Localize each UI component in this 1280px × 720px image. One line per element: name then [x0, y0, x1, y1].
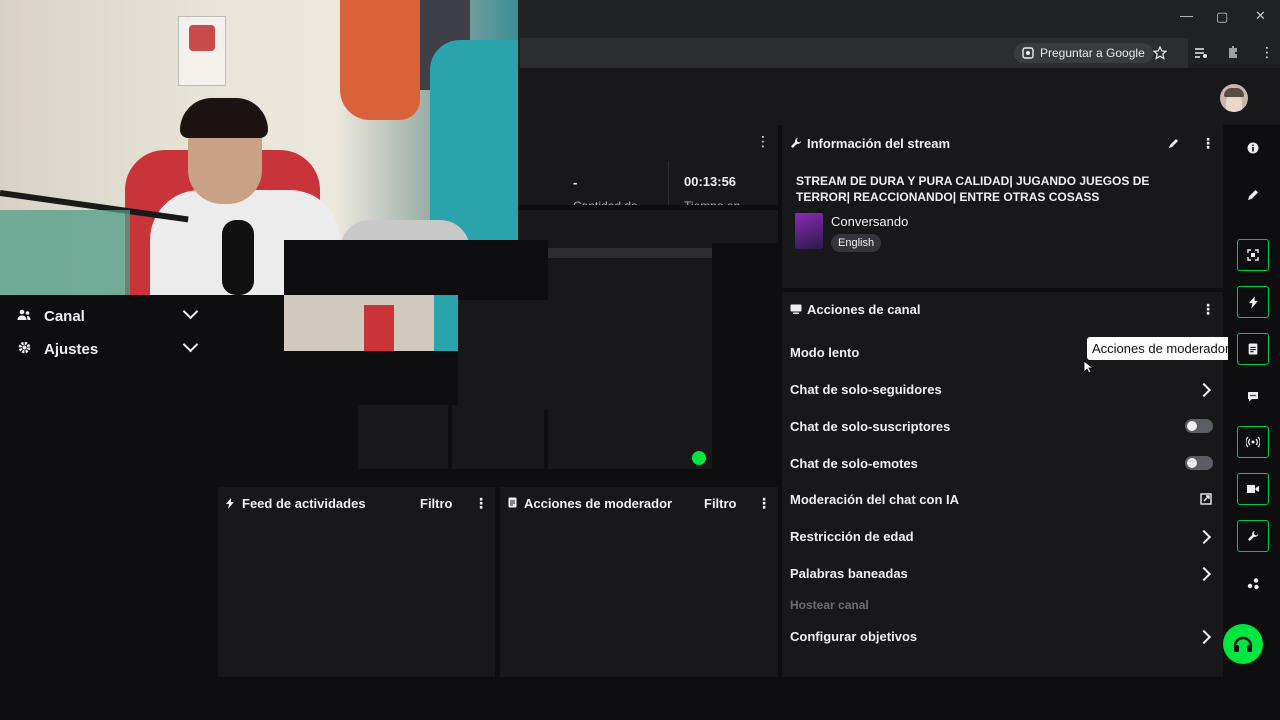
channel-actions-header: Acciones de canal ⋮: [782, 293, 1223, 325]
close-button[interactable]: ✕: [1255, 8, 1266, 24]
person-hair: [180, 98, 268, 138]
mouse-cursor-icon: [1083, 360, 1093, 374]
mini-panel: [458, 300, 548, 410]
extensions-icon[interactable]: [1237, 567, 1269, 599]
video-icon[interactable]: [1237, 473, 1269, 505]
ask-google-button[interactable]: Preguntar a Google: [1014, 43, 1153, 63]
activity-feed-more-icon[interactable]: ⋮: [474, 496, 488, 510]
screenshot-icon[interactable]: [1237, 239, 1269, 271]
row-hostear-canal: Hostear canal: [790, 598, 869, 612]
stats-panel: ⋮ - 00:13:56 Cantidad de Tiempo en: [518, 125, 778, 205]
mod-actions-panel: Acciones de moderador Filtro ⋮: [500, 487, 778, 677]
users-icon: [16, 309, 32, 324]
gear-icon: [16, 341, 32, 357]
row-palabras-baneadas[interactable]: Palabras baneadas: [790, 566, 908, 581]
stream-info-more-icon[interactable]: ⋮: [1201, 136, 1215, 150]
document-icon: [508, 497, 517, 508]
mini-chair: [364, 305, 394, 351]
stream-info-header: Información del stream ⋮: [782, 127, 1223, 159]
stat-label-viewers: Cantidad de: [573, 199, 638, 205]
nav-item-canal[interactable]: Canal: [0, 300, 214, 332]
nav-label-ajustes: Ajustes: [44, 340, 99, 358]
minimize-button[interactable]: —: [1180, 8, 1193, 23]
strip-panel: [518, 210, 778, 243]
nav-item-ajustes[interactable]: Ajustes: [0, 333, 214, 365]
wall-poster: [178, 16, 226, 86]
row-moderacion-ia[interactable]: Moderación del chat con IA: [790, 492, 959, 507]
browser-menu-icon[interactable]: ⋮: [1260, 44, 1274, 61]
mini-feed: [358, 405, 448, 469]
row-modo-lento[interactable]: Modo lento: [790, 345, 859, 360]
tooltip: Acciones de moderador: [1087, 337, 1235, 360]
row-solo-suscriptores[interactable]: Chat de solo-suscriptores: [790, 419, 950, 434]
mini-fab: [692, 451, 706, 465]
category-thumbnail[interactable]: [795, 213, 823, 249]
mini-urlbar: [548, 248, 712, 258]
right-icon-rail: [1228, 125, 1280, 680]
stats-more-icon[interactable]: ⋮: [756, 134, 770, 148]
toggle-solo-emotes[interactable]: [1185, 456, 1213, 470]
activity-feed-filter[interactable]: Filtro: [420, 496, 453, 511]
wrench-icon[interactable]: [1237, 520, 1269, 552]
broadcast-icon[interactable]: [1237, 426, 1269, 458]
row-configurar-objetivos[interactable]: Configurar objetivos: [790, 629, 917, 644]
mini-towel: [434, 295, 458, 351]
channel-actions-title: Acciones de canal: [807, 302, 921, 317]
mod-actions-filter[interactable]: Filtro: [704, 496, 737, 511]
tag-pill[interactable]: English: [831, 234, 882, 252]
chevron-down-icon: [182, 303, 199, 320]
activity-feed-panel: Feed de actividades Filtro ⋮: [218, 487, 495, 677]
row-solo-emotes[interactable]: Chat de solo-emotes: [790, 456, 918, 471]
activity-feed-title: Feed de actividades: [242, 496, 366, 511]
chevron-right-icon[interactable]: [1196, 629, 1212, 645]
chat-bubble-icon[interactable]: [1237, 380, 1269, 412]
chevron-down-icon: [182, 336, 199, 353]
category-name[interactable]: Conversando: [831, 214, 908, 229]
stat-value-time: 00:13:56: [684, 174, 737, 189]
chevron-right-icon[interactable]: [1196, 529, 1212, 545]
mod-actions-header: Acciones de moderador Filtro ⋮: [500, 487, 778, 519]
stream-info-panel: Información del stream ⋮ STREAM DE DURA …: [782, 125, 1223, 288]
screen-icon: [790, 304, 802, 314]
ask-google-label: Preguntar a Google: [1040, 46, 1145, 60]
avatar[interactable]: [1220, 84, 1248, 112]
hanging-clothes: [340, 0, 420, 120]
left-sidebar: Canal Ajustes: [0, 295, 214, 680]
headset-icon: [1233, 636, 1253, 652]
document-icon[interactable]: [1237, 333, 1269, 365]
pencil-icon[interactable]: [1237, 179, 1269, 211]
row-restriccion-edad[interactable]: Restricción de edad: [790, 529, 914, 544]
stream-info-title: Información del stream: [807, 136, 951, 151]
extensions-puzzle-icon[interactable]: [1226, 44, 1240, 60]
chevron-right-icon[interactable]: [1196, 566, 1212, 582]
chevron-right-icon[interactable]: [1196, 382, 1212, 398]
stat-value-viewers: -: [573, 175, 578, 190]
pencil-icon[interactable]: [1168, 138, 1179, 149]
maximize-button[interactable]: ▢: [1216, 9, 1228, 25]
media-icon[interactable]: [1194, 46, 1208, 60]
star-icon[interactable]: [1153, 46, 1167, 60]
mini-mod: [452, 405, 544, 469]
lens-icon: [1022, 47, 1034, 59]
info-icon[interactable]: [1237, 132, 1269, 164]
mod-actions-more-icon[interactable]: ⋮: [757, 496, 771, 510]
lightning-icon[interactable]: [1237, 286, 1269, 318]
mini-right-panels: [548, 240, 712, 469]
microphone: [222, 220, 254, 295]
activity-feed-header: Feed de actividades Filtro ⋮: [218, 487, 495, 519]
nav-label-canal: Canal: [44, 307, 85, 325]
mod-actions-title: Acciones de moderador: [524, 496, 673, 511]
external-link-icon[interactable]: [1200, 493, 1212, 505]
wrench-icon: [791, 138, 801, 148]
toggle-solo-suscriptores[interactable]: [1185, 419, 1213, 433]
help-headset-button[interactable]: [1223, 624, 1263, 664]
stats-divider: [668, 161, 669, 205]
stat-label-time: Tiempo en: [684, 199, 740, 205]
stream-title-text: STREAM DE DURA Y PURA CALIDAD| JUGANDO J…: [796, 174, 1150, 204]
lightning-icon: [226, 498, 234, 509]
screen-capture-preview: [284, 240, 712, 469]
green-basket: [0, 210, 130, 295]
row-solo-seguidores[interactable]: Chat de solo-seguidores: [790, 382, 942, 397]
channel-actions-more-icon[interactable]: ⋮: [1201, 302, 1215, 316]
